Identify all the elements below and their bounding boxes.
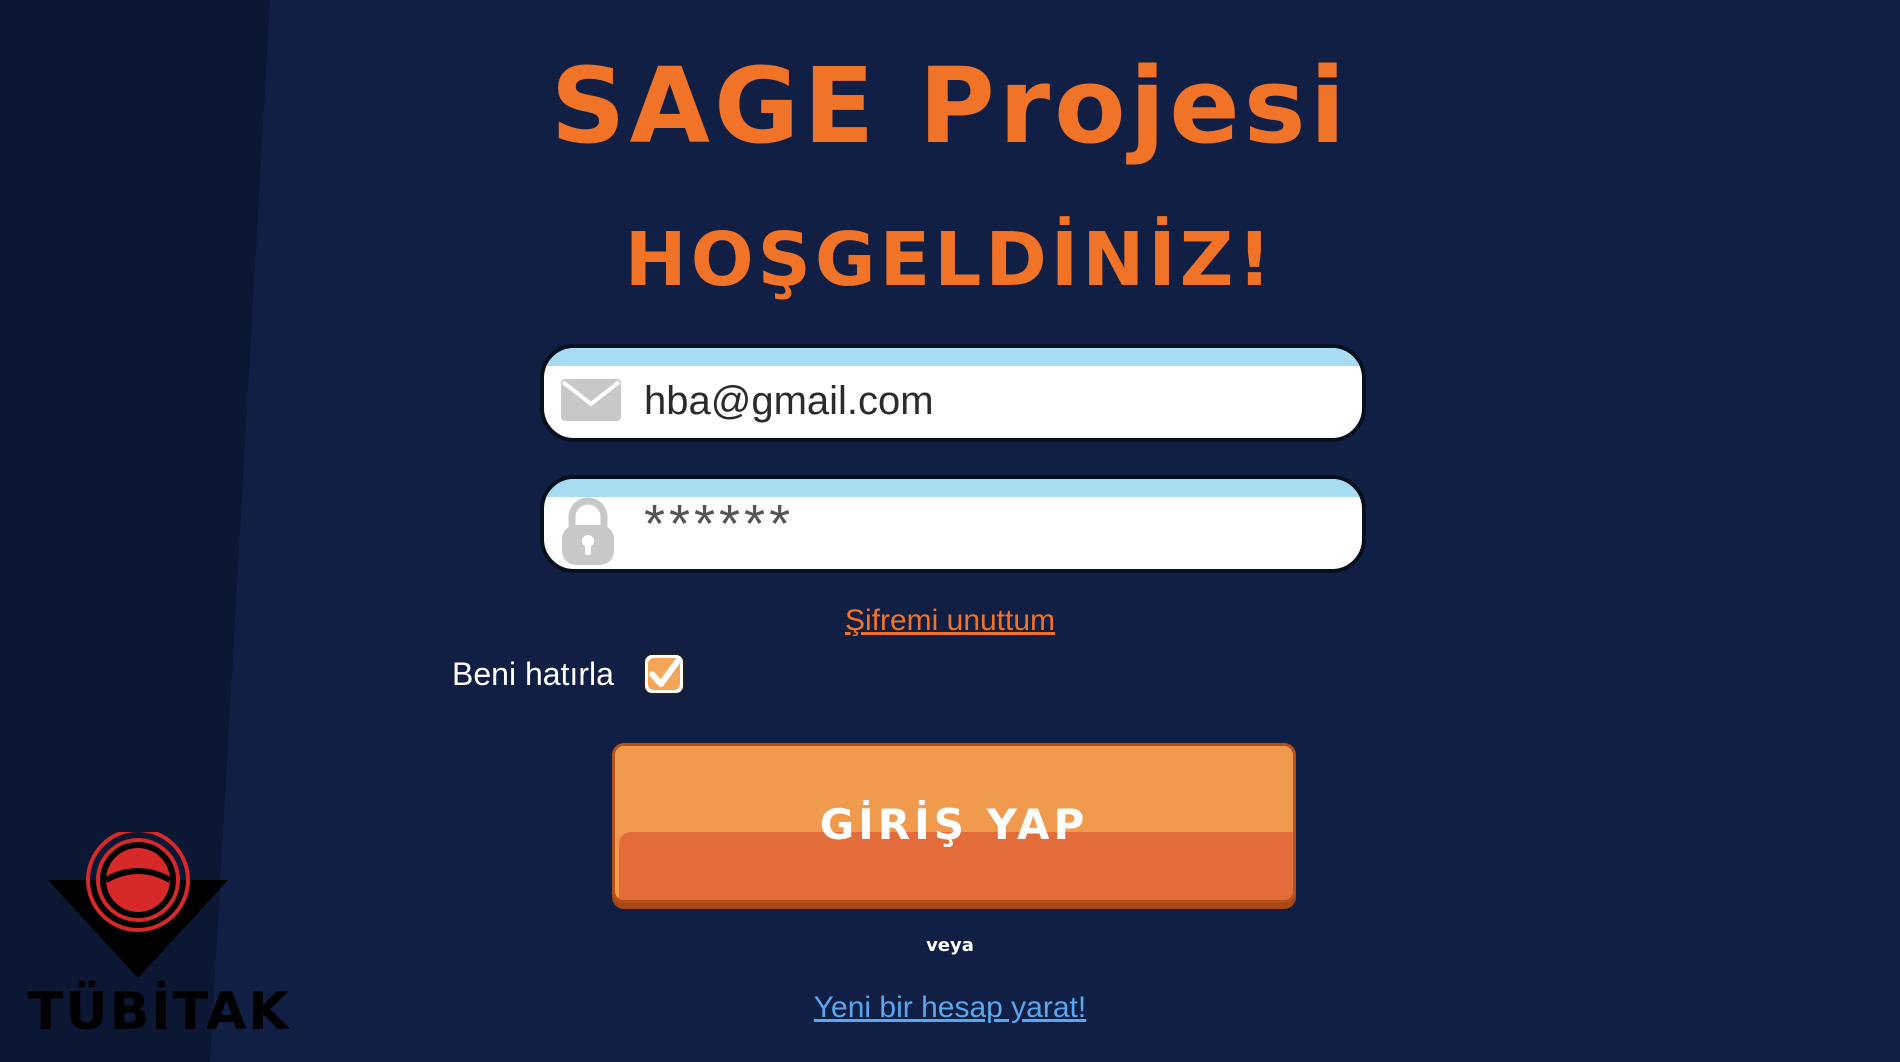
password-field[interactable]: [540, 475, 1366, 573]
tubitak-logo: TÜBİTAK: [28, 832, 291, 1050]
lock-icon: [560, 497, 616, 569]
remember-me-checkbox[interactable]: [642, 652, 686, 700]
app-title: SAGE Projesi: [550, 45, 1350, 167]
email-input[interactable]: [644, 366, 1344, 436]
remember-me-label: Beni hatırla: [452, 656, 614, 692]
password-input[interactable]: [644, 489, 1344, 559]
tubitak-wordmark: TÜBİTAK: [28, 982, 291, 1042]
tubitak-emblem-icon: [48, 832, 228, 978]
email-field[interactable]: [540, 344, 1366, 442]
or-separator: veya: [926, 935, 974, 956]
login-button[interactable]: GİRİŞ YAP: [612, 743, 1296, 903]
forgot-password-link[interactable]: Şifremi unuttum: [0, 604, 1900, 638]
envelope-icon: [560, 378, 622, 426]
welcome-heading: HOŞGELDİNİZ!: [624, 217, 1276, 303]
login-button-label: GİRİŞ YAP: [819, 800, 1089, 849]
